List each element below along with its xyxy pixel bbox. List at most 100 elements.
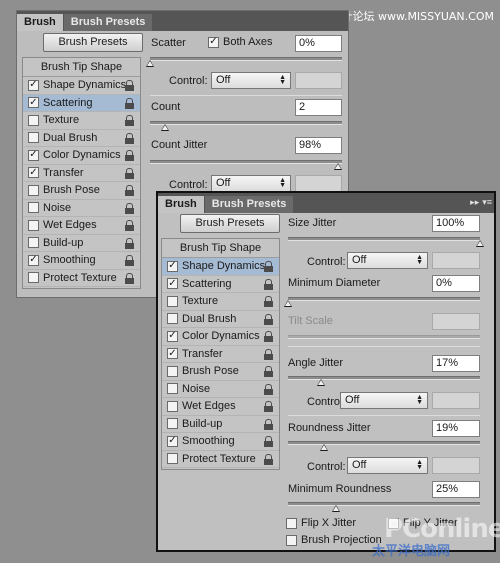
list-item-build-up[interactable]: Build-up	[23, 235, 140, 252]
control2-select[interactable]: Off ▲ ▼	[340, 392, 428, 409]
lock-icon[interactable]	[125, 272, 134, 284]
list-item-protect-texture[interactable]: Protect Texture	[23, 270, 140, 287]
list-item-dual-brush[interactable]: Dual Brush	[162, 311, 279, 328]
lock-icon[interactable]	[264, 331, 273, 342]
checkbox-icon[interactable]	[28, 184, 39, 196]
flip-x-checkbox[interactable]: Flip X Jitter	[286, 517, 356, 529]
checkbox-icon[interactable]: ✓	[28, 97, 39, 109]
scatter-slider-thumb[interactable]	[146, 60, 154, 67]
lock-icon[interactable]	[125, 185, 134, 196]
list-item-smoothing[interactable]: ✓ Smoothing	[162, 433, 279, 451]
min-diameter-input[interactable]: 0%	[432, 275, 480, 292]
lock-icon[interactable]	[264, 436, 273, 447]
list-item-shape-dynamics[interactable]: ✓ Shape Dynamics	[23, 77, 140, 95]
list-item-color-dynamics[interactable]: ✓ Color Dynamics	[162, 328, 279, 346]
panel-menu-icon[interactable]: ▸▸ ▾≡	[466, 196, 492, 208]
min-roundness-slider[interactable]	[288, 502, 480, 512]
checkbox-icon[interactable]: ✓	[167, 348, 178, 360]
lock-icon[interactable]	[125, 132, 134, 144]
lock-icon[interactable]	[125, 80, 134, 91]
size-jitter-input[interactable]: 100%	[432, 215, 480, 232]
control1-select[interactable]: Off ▲ ▼	[347, 252, 428, 269]
list-item-texture[interactable]: Texture	[23, 112, 140, 130]
lock-icon[interactable]	[264, 453, 273, 465]
checkbox-icon[interactable]	[167, 295, 178, 307]
count-slider[interactable]	[150, 121, 342, 131]
min-diameter-slider[interactable]	[284, 297, 480, 307]
checkbox-icon[interactable]	[28, 272, 39, 284]
list-item-brush-tip-shape[interactable]: Brush Tip Shape	[162, 239, 279, 258]
checkbox-icon[interactable]	[167, 383, 178, 395]
lock-icon[interactable]	[264, 401, 273, 412]
checkbox-icon[interactable]	[28, 237, 39, 249]
list-item-protect-texture[interactable]: Protect Texture	[162, 451, 279, 468]
checkbox-icon[interactable]: ✓	[167, 260, 178, 272]
lock-icon[interactable]	[125, 255, 134, 266]
checkbox-icon[interactable]	[28, 202, 39, 214]
size-jitter-slider-thumb[interactable]	[476, 240, 484, 247]
list-item-scattering[interactable]: ✓ Scattering	[162, 276, 279, 293]
checkbox-icon[interactable]	[167, 400, 178, 412]
list-item-color-dynamics[interactable]: ✓ Color Dynamics	[23, 147, 140, 165]
list-item-build-up[interactable]: Build-up	[162, 416, 279, 433]
list-item-brush-tip-shape[interactable]: Brush Tip Shape	[23, 58, 140, 77]
list-item-wet-edges[interactable]: Wet Edges	[23, 217, 140, 235]
roundness-jitter-slider-thumb[interactable]	[320, 444, 329, 451]
tab-brush[interactable]: Brush	[158, 196, 204, 213]
tab-brush-presets[interactable]: Brush Presets	[63, 14, 153, 31]
list-item-wet-edges[interactable]: Wet Edges	[162, 398, 279, 416]
list-item-brush-pose[interactable]: Brush Pose	[23, 182, 140, 200]
list-item-dual-brush[interactable]: Dual Brush	[23, 130, 140, 147]
scatter-input[interactable]: 0%	[295, 35, 342, 52]
tab-brush[interactable]: Brush	[17, 14, 63, 31]
count-slider-thumb[interactable]	[161, 124, 170, 131]
list-item-noise[interactable]: Noise	[23, 200, 140, 217]
list-item-transfer[interactable]: ✓ Transfer	[23, 165, 140, 182]
tab-brush-presets[interactable]: Brush Presets	[204, 196, 294, 213]
checkbox-icon[interactable]: ✓	[167, 330, 178, 342]
angle-jitter-slider-thumb[interactable]	[316, 379, 325, 386]
lock-icon[interactable]	[264, 383, 273, 395]
brush-projection-checkbox[interactable]: Brush Projection	[286, 534, 382, 546]
list-item-brush-pose[interactable]: Brush Pose	[162, 363, 279, 381]
list-item-noise[interactable]: Noise	[162, 381, 279, 398]
count-jitter-slider[interactable]	[150, 160, 343, 170]
lock-icon[interactable]	[264, 348, 273, 360]
lock-icon[interactable]	[264, 261, 273, 272]
lock-icon[interactable]	[125, 202, 134, 214]
checkbox-icon[interactable]	[167, 365, 178, 377]
lock-icon[interactable]	[264, 418, 273, 430]
control3-select[interactable]: Off ▲ ▼	[347, 457, 428, 474]
list-item-shape-dynamics[interactable]: ✓ Shape Dynamics	[162, 258, 279, 276]
checkbox-icon[interactable]	[28, 219, 39, 231]
lock-icon[interactable]	[125, 115, 134, 126]
lock-icon[interactable]	[125, 237, 134, 249]
lock-icon[interactable]	[125, 97, 134, 109]
list-item-scattering[interactable]: ✓ Scattering	[23, 94, 140, 112]
brush-presets-button[interactable]: Brush Presets	[180, 214, 280, 233]
brush-presets-button[interactable]: Brush Presets	[43, 33, 143, 52]
checkbox-icon[interactable]: ✓	[28, 167, 39, 179]
checkbox-icon[interactable]	[167, 418, 178, 430]
checkbox-icon[interactable]: ✓	[167, 435, 178, 447]
control-select[interactable]: Off ▲ ▼	[211, 72, 291, 89]
checkbox-icon[interactable]	[28, 132, 39, 144]
lock-icon[interactable]	[125, 220, 134, 231]
count-jitter-slider-thumb[interactable]	[334, 163, 343, 170]
checkbox-icon[interactable]: ✓	[167, 278, 178, 290]
count-jitter-input[interactable]: 98%	[295, 137, 342, 154]
checkbox-icon[interactable]	[167, 453, 178, 465]
size-jitter-slider[interactable]	[288, 237, 484, 247]
checkbox-icon[interactable]: ✓	[28, 79, 39, 91]
checkbox-icon[interactable]	[28, 114, 39, 126]
lock-icon[interactable]	[264, 278, 273, 290]
lock-icon[interactable]	[264, 366, 273, 377]
list-item-texture[interactable]: Texture	[162, 293, 279, 311]
roundness-jitter-slider[interactable]	[288, 441, 480, 451]
angle-jitter-slider[interactable]	[288, 376, 480, 386]
lock-icon[interactable]	[264, 313, 273, 325]
list-item-transfer[interactable]: ✓ Transfer	[162, 346, 279, 363]
lock-icon[interactable]	[125, 167, 134, 179]
checkbox-icon[interactable]: ✓	[28, 149, 39, 161]
lock-icon[interactable]	[125, 150, 134, 161]
